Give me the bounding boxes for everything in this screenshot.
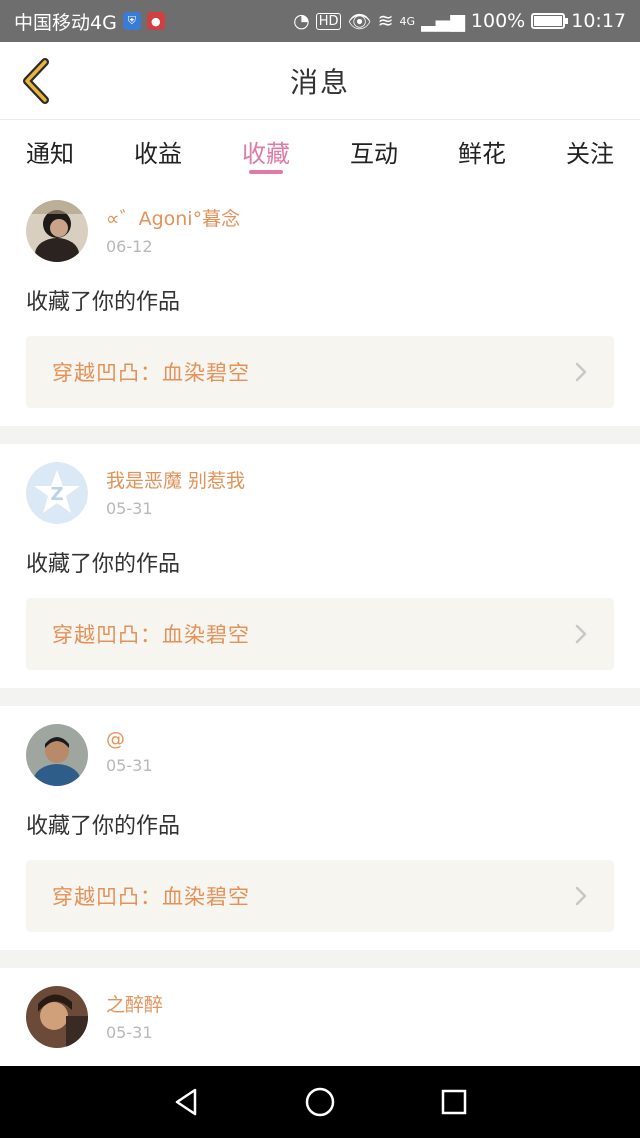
timestamp: 06-12: [106, 237, 153, 256]
work-title: 穿越凹凸：血染碧空: [52, 361, 250, 385]
avatar[interactable]: Z: [26, 462, 88, 524]
tab-follows[interactable]: 关注: [566, 120, 614, 182]
user-name[interactable]: 我是恶魔 别惹我: [106, 466, 245, 493]
user-name[interactable]: ∝゛Agoni°暮念: [106, 204, 240, 231]
status-bar: 中国移动4G ⛨ ● ◔ HD 👁 ≋ 4G ▂▄▆ 100% 10:17: [0, 0, 640, 42]
work-link[interactable]: 穿越凹凸：血染碧空: [26, 598, 614, 670]
alarm-icon: ◔: [293, 10, 310, 32]
divider: [0, 950, 640, 968]
avatar[interactable]: [26, 986, 88, 1048]
action-text: 收藏了你的作品: [26, 814, 181, 839]
timestamp: 05-31: [106, 756, 153, 775]
divider: [0, 426, 640, 444]
tab-favorites[interactable]: 收藏: [242, 120, 290, 182]
work-title: 穿越凹凸：血染碧空: [52, 885, 250, 909]
timestamp: 05-31: [106, 1023, 153, 1042]
header: 消息: [0, 42, 640, 120]
chevron-left-icon: [23, 58, 49, 104]
network-type-label: 4G: [399, 14, 416, 28]
back-button[interactable]: [12, 54, 60, 108]
home-circle-icon[interactable]: [304, 1086, 336, 1118]
signal-icon: ▂▄▆: [421, 10, 465, 32]
carrier-label: 中国移动4G: [14, 11, 117, 34]
work-link[interactable]: 穿越凹凸：血染碧空: [26, 336, 614, 408]
microphone-icon: ●: [146, 12, 165, 30]
tab-interactions[interactable]: 互动: [350, 120, 398, 182]
chevron-right-icon: [575, 362, 587, 382]
page-title: 消息: [289, 65, 350, 99]
user-name[interactable]: @: [106, 728, 153, 750]
chevron-right-icon: [575, 624, 587, 644]
work-link[interactable]: 穿越凹凸：血染碧空: [26, 860, 614, 932]
divider: [0, 688, 640, 706]
list-item: 之醉醉 05-31: [0, 968, 640, 1070]
battery-icon: [531, 13, 569, 29]
clock: 10:17: [571, 10, 626, 32]
shield-icon: ⛨: [122, 12, 141, 30]
wifi-icon: ≋: [377, 10, 394, 32]
tab-bar: 通知 收益 收藏 互动 鲜花 关注: [0, 120, 640, 182]
tab-notifications[interactable]: 通知: [26, 120, 74, 182]
tab-earnings[interactable]: 收益: [134, 120, 182, 182]
eye-icon: 👁: [347, 10, 372, 33]
avatar[interactable]: [26, 200, 88, 262]
timestamp: 05-31: [106, 499, 153, 518]
action-text: 收藏了你的作品: [26, 552, 181, 577]
action-text: 收藏了你的作品: [26, 290, 181, 315]
list-item: @ 05-31 收藏了你的作品 穿越凹凸：血染碧空: [0, 706, 640, 950]
back-triangle-icon[interactable]: [171, 1086, 201, 1118]
chevron-right-icon: [575, 886, 587, 906]
message-list: ∝゛Agoni°暮念 06-12 收藏了你的作品 穿越凹凸：血染碧空 Z 我是恶: [0, 182, 640, 1070]
list-item: Z 我是恶魔 别惹我 05-31 收藏了你的作品 穿越凹凸：血染碧空: [0, 444, 640, 688]
work-title: 穿越凹凸：血染碧空: [52, 623, 250, 647]
recents-square-icon[interactable]: [439, 1087, 469, 1117]
battery-percent: 100%: [470, 10, 526, 32]
list-item: ∝゛Agoni°暮念 06-12 收藏了你的作品 穿越凹凸：血染碧空: [0, 182, 640, 426]
system-nav-bar: [0, 1066, 640, 1138]
svg-text:Z: Z: [50, 484, 63, 505]
user-name[interactable]: 之醉醉: [106, 990, 163, 1017]
tab-flowers[interactable]: 鲜花: [458, 120, 506, 182]
avatar[interactable]: [26, 724, 88, 786]
hd-icon: HD: [315, 12, 342, 30]
